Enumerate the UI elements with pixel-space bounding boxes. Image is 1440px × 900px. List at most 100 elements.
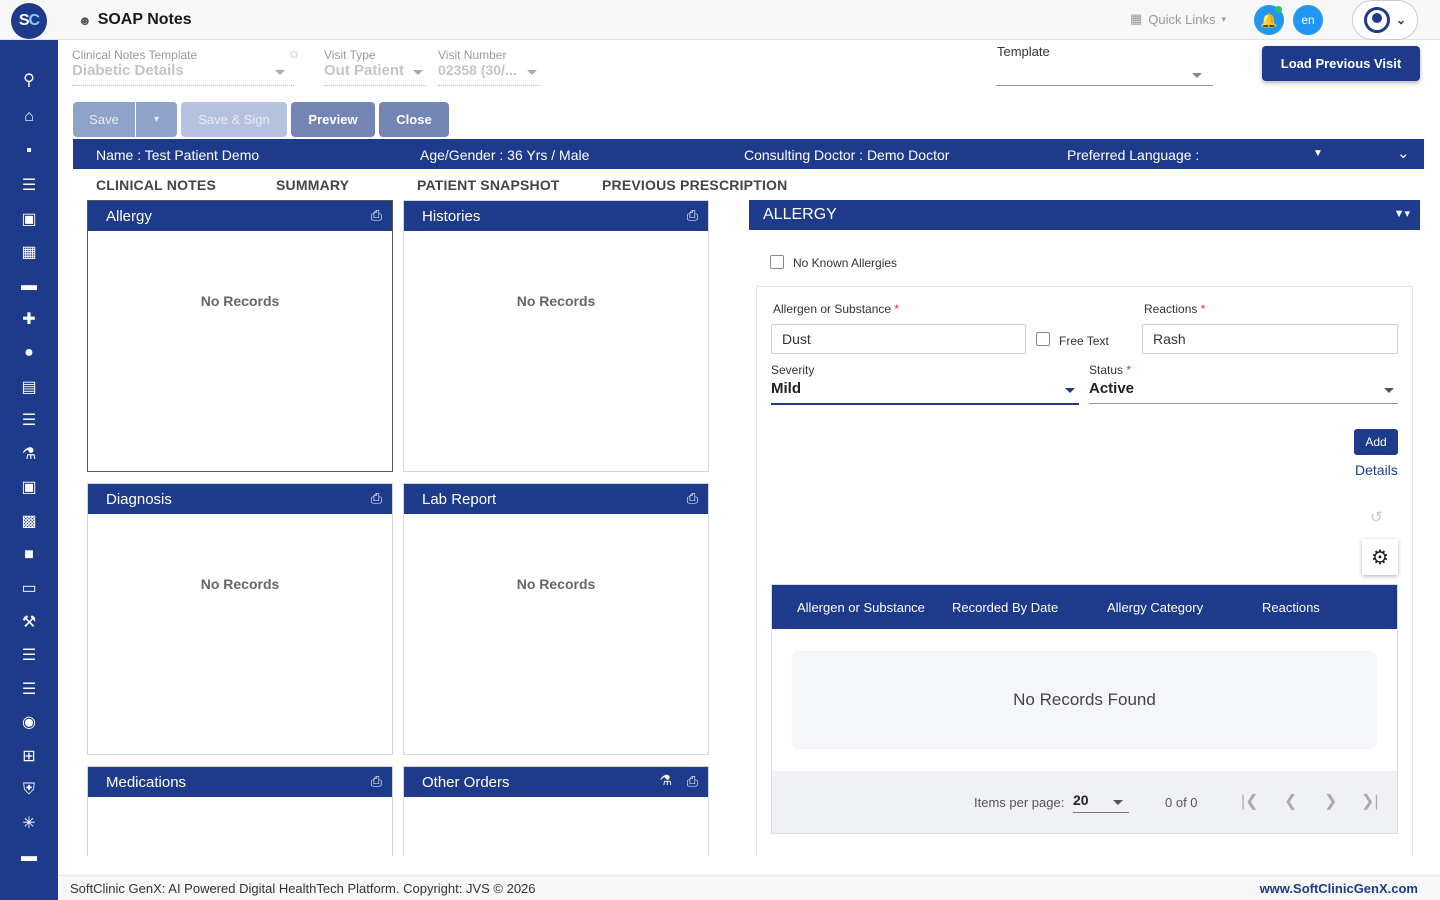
reactions-input[interactable]: Rash [1142, 324, 1398, 354]
print-icon[interactable]: ⎙ [371, 490, 382, 507]
patient-age-gender: Age/Gender : 36 Yrs / Male [420, 147, 590, 163]
histories-card[interactable]: Histories ⎙ No Records [403, 200, 709, 472]
user-menu[interactable]: ⌄ [1352, 0, 1418, 40]
caret-down-icon[interactable]: ▼▾ [1394, 207, 1410, 220]
allergen-input[interactable]: Dust [771, 324, 1026, 354]
status-select[interactable]: Active [1089, 380, 1134, 397]
allergy-card[interactable]: Allergy ⎙ No Records [87, 200, 393, 472]
language-dropdown-icon[interactable]: ▼ [1313, 148, 1323, 159]
person-icon[interactable]: ● [0, 339, 58, 367]
preview-button[interactable]: Preview [291, 102, 375, 137]
card-title: Diagnosis [106, 490, 172, 508]
column-allergen[interactable]: Allergen or Substance [797, 600, 925, 615]
medical-bag-icon[interactable]: ▣ [0, 205, 58, 233]
menu-icon-2[interactable]: ☰ [0, 641, 58, 669]
shield-icon[interactable]: ⛨ [0, 776, 58, 804]
free-text-checkbox[interactable] [1036, 332, 1050, 346]
allergen-label: Allergen or Substance * [773, 302, 899, 316]
tab-patient-snapshot[interactable]: PATIENT SNAPSHOT [417, 177, 560, 193]
column-reactions[interactable]: Reactions [1262, 600, 1320, 615]
caret-down-icon: ▾ [153, 114, 160, 125]
close-button[interactable]: Close [379, 102, 449, 137]
quick-links-menu[interactable]: ▦ Quick Links ▾ [1130, 11, 1226, 27]
print-icon[interactable]: ⎙ [371, 773, 382, 790]
details-link[interactable]: Details [1355, 462, 1398, 478]
prev-page-icon[interactable]: ❮ [1284, 791, 1297, 811]
blood-drop-icon[interactable]: ◉ [0, 708, 58, 736]
visit-type-select[interactable]: Out Patient [324, 62, 404, 79]
notification-dot [1275, 6, 1282, 13]
template2-select[interactable] [996, 60, 1213, 86]
items-per-page-select[interactable]: 20 [1073, 787, 1129, 813]
print-icon[interactable]: ⎙ [371, 207, 382, 224]
card-header: Lab Report ⎙ [404, 484, 708, 514]
tab-summary[interactable]: SUMMARY [276, 177, 349, 193]
dropdown-arrow-icon [1113, 800, 1123, 805]
notifications-button[interactable]: 🔔 [1254, 5, 1284, 35]
settings-icon[interactable]: ☼ [287, 45, 301, 62]
severity-label: Severity [771, 363, 815, 377]
medicine-box-icon[interactable]: ▣ [0, 473, 58, 501]
severity-select[interactable]: Mild [771, 380, 801, 397]
add-box-icon[interactable]: ⊞ [0, 742, 58, 770]
first-page-icon[interactable]: |❮ [1241, 791, 1259, 811]
chevron-down-icon[interactable]: ⌄ [1397, 144, 1410, 162]
menu-icon[interactable]: ☰ [0, 171, 58, 199]
book-icon[interactable]: ▩ [0, 507, 58, 535]
next-page-icon[interactable]: ❯ [1324, 791, 1337, 811]
dropdown-arrow-icon [1192, 73, 1202, 78]
calendar-icon[interactable]: ▦ [0, 238, 58, 266]
lab-report-card[interactable]: Lab Report ⎙ No Records [403, 483, 709, 755]
column-recorded-date[interactable]: Recorded By Date [952, 600, 1058, 615]
no-known-allergies-checkbox[interactable] [770, 255, 784, 269]
sidebar: ⚲ ⌂ ▪ ☰ ▣ ▦ ▬ ✚ ● ▤ ☰ ⚗ ▣ ▩ ■ ▭ ⚒ ☰ ☰ ◉ … [0, 40, 58, 900]
history-icon[interactable]: ↺ [1370, 508, 1383, 526]
reactions-label-text: Reactions [1144, 302, 1198, 316]
template-label: Clinical Notes Template [72, 48, 198, 62]
language-button[interactable]: en [1293, 5, 1323, 35]
load-previous-visit-button[interactable]: Load Previous Visit [1262, 46, 1420, 81]
users-icon: ☻ [78, 12, 92, 28]
flask-icon[interactable]: ⚗ [659, 772, 672, 789]
devices-icon[interactable]: ▭ [0, 574, 58, 602]
visit-number-select[interactable]: 02358 (30/... [438, 62, 517, 78]
save-button[interactable]: Save [73, 102, 135, 137]
reactions-label: Reactions * [1144, 302, 1205, 316]
app-logo[interactable]: SC [11, 3, 47, 39]
bed-icon[interactable]: ▬ [0, 272, 58, 300]
card-title: Lab Report [422, 490, 497, 508]
network-icon[interactable]: ✳ [0, 809, 58, 837]
tab-clinical-notes[interactable]: CLINICAL NOTES [96, 177, 216, 193]
folder-icon[interactable]: ▬ [0, 843, 58, 871]
medications-card[interactable]: Medications ⎙ [87, 766, 393, 856]
gear-icon[interactable]: ⚙ [1362, 539, 1398, 575]
list-icon[interactable]: ☰ [0, 406, 58, 434]
required-mark: * [1200, 302, 1206, 316]
print-icon[interactable]: ⎙ [687, 773, 698, 790]
website-link[interactable]: www.SoftClinicGenX.com [1260, 881, 1418, 896]
building-icon[interactable]: ■ [0, 541, 58, 569]
save-and-sign-button[interactable]: Save & Sign [181, 102, 287, 137]
search-icon[interactable]: ⚲ [0, 66, 58, 94]
hospital-plus-icon[interactable]: ✚ [0, 305, 58, 333]
menu-icon-3[interactable]: ☰ [0, 675, 58, 703]
home-icon[interactable]: ⌂ [0, 103, 58, 131]
add-allergy-button[interactable]: Add [1354, 429, 1398, 455]
print-icon[interactable]: ⎙ [687, 207, 698, 224]
wrench-icon[interactable]: ⚒ [0, 608, 58, 636]
logo-letter-c: C [28, 12, 41, 29]
last-page-icon[interactable]: ❯| [1361, 791, 1379, 811]
save-options-dropdown[interactable]: ▾ [136, 102, 177, 137]
logo-letter-s: S [18, 12, 30, 29]
template-select[interactable]: Diabetic Details [72, 62, 184, 79]
pharmacy-icon[interactable]: ⚗ [0, 440, 58, 468]
tab-previous-prescription[interactable]: PREVIOUS PRESCRIPTION [602, 177, 787, 193]
page-title: ☻ SOAP Notes [78, 11, 192, 29]
document-icon[interactable]: ▤ [0, 373, 58, 401]
other-orders-card[interactable]: Other Orders ⚗ ⎙ [403, 766, 709, 856]
quick-links-label: Quick Links [1148, 11, 1216, 27]
diagnosis-card[interactable]: Diagnosis ⎙ No Records [87, 483, 393, 755]
print-icon[interactable]: ⎙ [687, 490, 698, 507]
bar-chart-icon[interactable]: ▪ [0, 137, 58, 165]
column-allergy-category[interactable]: Allergy Category [1107, 600, 1203, 615]
